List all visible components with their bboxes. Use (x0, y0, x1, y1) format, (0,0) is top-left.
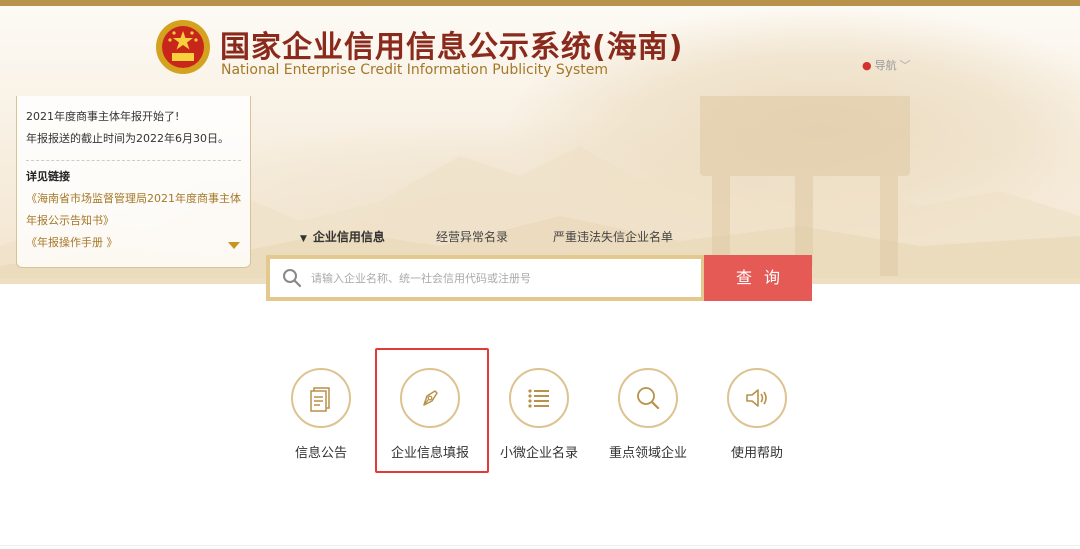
bronze-vessel-silhouette (700, 96, 910, 276)
feature-circle (291, 368, 351, 428)
tab-serious-violation[interactable]: 严重违法失信企业名单 (553, 228, 673, 245)
feature-help[interactable]: 使用帮助 (702, 368, 812, 461)
highlight-frame (375, 348, 489, 473)
site-title: 国家企业信用信息公示系统(海南) (220, 30, 684, 65)
notice-link-announcement[interactable]: 《海南省市场监督管理局2021年度商事主体 (26, 188, 241, 210)
notice-line-1: 2021年度商事主体年报开始了! (26, 110, 180, 123)
feature-circle (509, 368, 569, 428)
tab-enterprise-credit[interactable]: ▼ 企业信用信息 (300, 228, 385, 245)
search-input[interactable]: 请输入企业名称、统一社会信用代码或注册号 (311, 270, 531, 286)
annual-report-notice: 2021年度商事主体年报开始了! 年报报送的截止时间为2022年6月30日。 详… (16, 96, 251, 268)
notice-link-manual[interactable]: 《年报操作手册 》 (26, 232, 241, 254)
national-emblem-icon (156, 20, 210, 74)
navigation-label: 导航 (874, 59, 897, 72)
feature-label: 使用帮助 (730, 446, 783, 461)
magnifier-icon (637, 387, 660, 410)
feature-key-field-enterprises[interactable]: 重点领域企业 (593, 368, 703, 461)
feature-label: 信息公告 (294, 446, 347, 461)
feature-circle (618, 368, 678, 428)
notice-divider (26, 160, 241, 161)
navigation-menu[interactable]: ● 导航 ﹀ (862, 57, 911, 73)
feature-circle (727, 368, 787, 428)
tab-abnormal-operation[interactable]: 经营异常名录 (436, 228, 508, 245)
feature-info-announcement[interactable]: 信息公告 (266, 368, 376, 461)
search-button[interactable]: 查询 (704, 255, 812, 301)
tab-label: 企业信用信息 (312, 230, 385, 244)
page-bottom-divider (0, 545, 1080, 546)
notice-line-2: 年报报送的截止时间为2022年6月30日。 (26, 132, 229, 145)
search-bar: 请输入企业名称、统一社会信用代码或注册号 查询 (266, 255, 812, 301)
location-pin-icon: ● (862, 59, 872, 72)
notice-links-title: 详见链接 (26, 170, 70, 183)
feature-label: 重点领域企业 (608, 446, 687, 461)
list-icon (528, 389, 549, 408)
speaker-icon (746, 389, 767, 407)
feature-label: 小微企业名录 (499, 446, 578, 461)
search-icon (283, 269, 302, 288)
search-field[interactable]: 请输入企业名称、统一社会信用代码或注册号 (270, 259, 701, 297)
expand-arrow-icon[interactable] (228, 242, 240, 249)
triangle-down-icon: ▼ (300, 234, 307, 244)
site-subtitle: National Enterprise Credit Information P… (221, 62, 609, 78)
feature-small-micro-directory[interactable]: 小微企业名录 (484, 368, 594, 461)
notice-link-announcement-cont[interactable]: 年报公示告知书》 (26, 210, 241, 232)
chevron-down-icon: ﹀ (899, 59, 911, 72)
document-icon (310, 387, 330, 412)
